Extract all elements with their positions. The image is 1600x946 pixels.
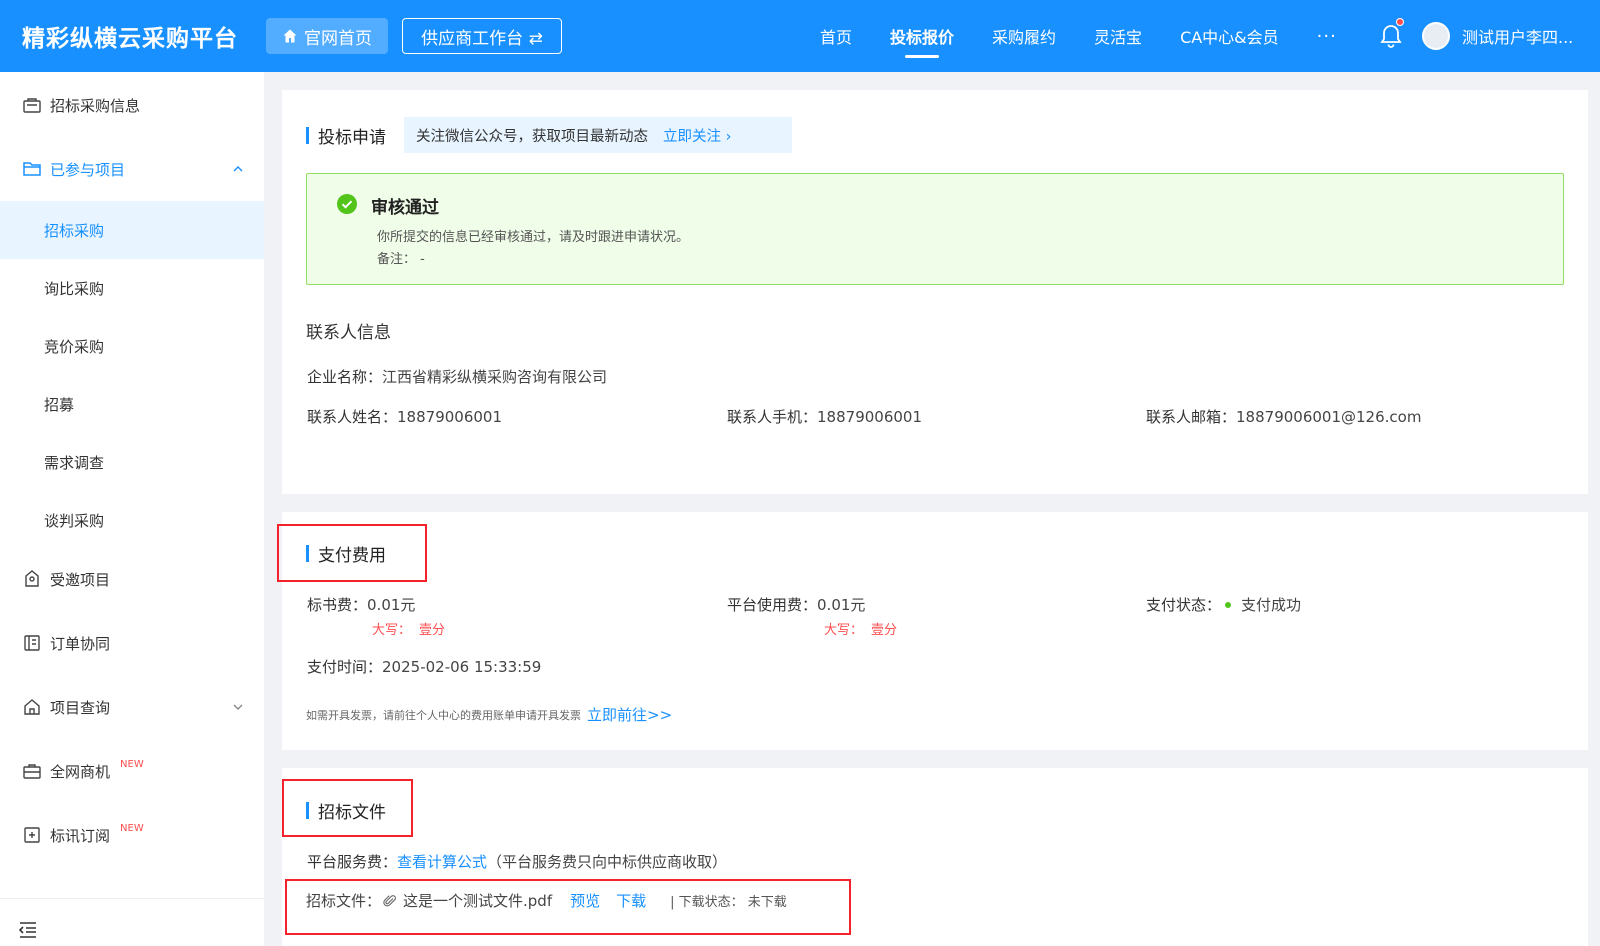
subscribe-icon	[24, 827, 40, 843]
brand-title: 精彩纵横云采购平台	[22, 26, 238, 52]
contact-phone-field: 联系人手机：18879006001	[727, 408, 922, 426]
sidebar-item-label: 项目查询	[50, 698, 111, 717]
status-remark: 备注： -	[377, 252, 425, 267]
download-link[interactable]: 下载	[616, 890, 646, 911]
payment-time-field: 支付时间：2025-02-06 15:33:59	[307, 658, 542, 676]
sidebar-sub-auction[interactable]: 竞价采购	[0, 317, 264, 375]
book-icon	[24, 635, 40, 651]
go-invoice-link[interactable]: 立即前往>>	[587, 704, 672, 725]
bell-icon[interactable]	[1380, 18, 1404, 48]
status-dot	[1225, 601, 1232, 608]
contact-email-value: 18879006001@126.com	[1236, 408, 1422, 426]
platform-fee-field: 平台使用费：0.01元	[727, 596, 866, 614]
sidebar-item-bid-info[interactable]: 招标采购信息	[0, 77, 264, 133]
home-icon	[24, 699, 40, 715]
top-header: 精彩纵横云采购平台 官网首页 供应商工作台 ⇄ 首页 投标报价 采购履约 灵活宝…	[0, 0, 1600, 72]
announcement-icon	[23, 98, 41, 113]
contact-title: 联系人信息	[306, 323, 391, 343]
view-formula-link[interactable]: 查看计算公式	[397, 853, 487, 871]
follow-now-link[interactable]: 立即关注 ›	[663, 125, 731, 146]
invoice-note: 如需开具发票，请前往个人中心的费用账单申请开具发票 立即前往>>	[306, 704, 673, 725]
main-nav: 首页 投标报价 采购履约 灵活宝 CA中心&会员 ···	[820, 0, 1373, 72]
status-title: 审核通过	[371, 198, 439, 218]
sidebar-item-opportunities[interactable]: 全网商机 NEW	[0, 743, 264, 799]
nav-bidding[interactable]: 投标报价	[890, 0, 954, 72]
sidebar-item-label: 已参与项目	[50, 160, 126, 179]
tender-file-row: 招标文件： 这是一个测试文件.pdf 预览 下载 | 下载状态： 未下载	[306, 890, 787, 911]
sidebar: 招标采购信息 已参与项目 招标采购 询比采购 竞价采购 招募 需求调查 谈判采购…	[0, 72, 264, 946]
contact-name-field: 联系人姓名：18879006001	[307, 408, 502, 426]
status-description: 你所提交的信息已经审核通过，请及时跟进申请状况。	[377, 230, 690, 245]
sidebar-sub-inquiry[interactable]: 询比采购	[0, 259, 264, 317]
nav-linghuobao[interactable]: 灵活宝	[1094, 0, 1142, 72]
payment-time-value: 2025-02-06 15:33:59	[382, 658, 542, 676]
platform-fee-upper: 大写： 壹分	[824, 623, 898, 638]
avatar[interactable]	[1422, 22, 1450, 50]
payment-status-field: 支付状态： 支付成功	[1146, 596, 1302, 614]
paperclip-icon	[383, 894, 396, 906]
file-name[interactable]: 这是一个测试文件.pdf	[403, 890, 552, 911]
collapse-menu-icon[interactable]	[18, 921, 38, 939]
service-fee-field: 平台服务费：查看计算公式（平台服务费只向中标供应商收取）	[307, 853, 728, 871]
company-value: 江西省精彩纵横采购咨询有限公司	[382, 368, 608, 386]
chevron-down-icon	[233, 704, 243, 710]
briefcase-icon	[23, 764, 41, 779]
sidebar-item-label: 全网商机	[50, 762, 111, 781]
supplier-workbench-button[interactable]: 供应商工作台 ⇄	[402, 18, 562, 54]
notification-dot	[1396, 18, 1404, 26]
contact-email-field: 联系人邮箱：18879006001@126.com	[1146, 408, 1422, 426]
sidebar-item-participated[interactable]: 已参与项目	[0, 141, 264, 197]
download-status: | 下载状态： 未下载	[670, 895, 787, 910]
chevron-up-icon	[233, 166, 243, 172]
doc-fee-upper: 大写： 壹分	[372, 623, 446, 638]
more-icon[interactable]: ···	[1317, 26, 1337, 47]
sidebar-item-subscription[interactable]: 标讯订阅 NEW	[0, 807, 264, 863]
tender-file-title: 招标文件	[306, 798, 386, 823]
wechat-notice: 关注微信公众号，获取项目最新动态 立即关注 ›	[404, 117, 792, 153]
sidebar-sub-demand-survey[interactable]: 需求调查	[0, 433, 264, 491]
company-field: 企业名称：江西省精彩纵横采购咨询有限公司	[307, 368, 608, 386]
check-circle-icon	[337, 194, 357, 214]
home-icon	[283, 29, 297, 43]
folder-icon	[23, 162, 41, 176]
sidebar-item-label: 受邀项目	[50, 570, 111, 589]
doc-fee-value: 0.01元	[367, 596, 416, 614]
payment-status-badge: 支付成功	[1241, 596, 1302, 614]
payment-title: 支付费用	[306, 541, 386, 566]
sidebar-item-order[interactable]: 订单协同	[0, 615, 264, 671]
sidebar-item-project-query[interactable]: 项目查询	[0, 679, 264, 735]
sidebar-sub-recruit[interactable]: 招募	[0, 375, 264, 433]
nav-procurement-performance[interactable]: 采购履约	[992, 0, 1056, 72]
new-badge: NEW	[120, 822, 144, 834]
sidebar-sub-bid-procurement[interactable]: 招标采购	[0, 201, 264, 259]
contact-name-value: 18879006001	[397, 408, 502, 426]
nav-home[interactable]: 首页	[820, 0, 852, 72]
official-home-label: 官网首页	[304, 28, 372, 49]
service-fee-note: （平台服务费只向中标供应商收取）	[487, 853, 728, 871]
notice-text: 关注微信公众号，获取项目最新动态	[416, 128, 648, 145]
sidebar-divider	[0, 898, 264, 899]
contact-phone-value: 18879006001	[817, 408, 922, 426]
sidebar-item-label: 标讯订阅	[50, 826, 111, 845]
platform-fee-value: 0.01元	[817, 596, 866, 614]
invite-icon	[25, 570, 39, 587]
review-status-box: 审核通过 你所提交的信息已经审核通过，请及时跟进申请状况。 备注： -	[306, 173, 1564, 285]
sidebar-sub-negotiation[interactable]: 谈判采购	[0, 491, 264, 549]
new-badge: NEW	[120, 758, 144, 770]
username[interactable]: 测试用户李四...	[1462, 24, 1590, 48]
official-home-button[interactable]: 官网首页	[266, 18, 388, 54]
doc-fee-field: 标书费：0.01元	[307, 596, 416, 614]
preview-link[interactable]: 预览	[570, 890, 600, 911]
sidebar-item-label: 招标采购信息	[50, 96, 141, 115]
nav-ca-center[interactable]: CA中心&会员	[1180, 0, 1279, 72]
sidebar-item-invited[interactable]: 受邀项目	[0, 551, 264, 607]
bid-apply-title: 投标申请	[306, 123, 386, 148]
sidebar-item-label: 订单协同	[50, 634, 111, 653]
